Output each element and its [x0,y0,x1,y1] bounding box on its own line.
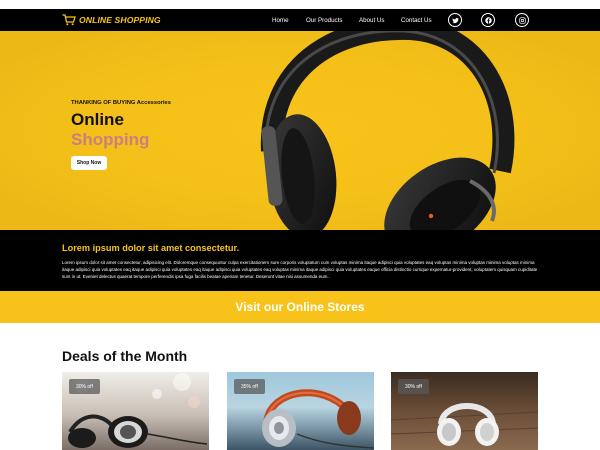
shopping-cart-icon [62,14,76,26]
hero-kicker: THANKING OF BUYING Accessories [71,100,171,106]
facebook-icon [484,16,492,24]
hero-title-online: Online [71,110,124,129]
nav-our-products[interactable]: Our Products [306,17,342,24]
shop-now-button[interactable]: Shop Now [71,156,107,170]
info-band-title: Lorem ipsum dolor sit amet consectetur. [62,243,240,253]
deal-card[interactable]: 30% off [391,372,538,450]
hero-text: THANKING OF BUYING Accessories Online Sh… [71,100,171,170]
brand-logo[interactable]: ONLINE SHOPPING [62,14,161,26]
nav-about-us[interactable]: About Us [359,17,384,24]
nav-home[interactable]: Home [272,17,289,24]
instagram-icon [518,16,526,24]
deals-title: Deals of the Month [62,348,188,364]
hero-title-shopping: Shopping [71,130,150,149]
deal-card[interactable]: 30% off [62,372,209,450]
info-band-body: Lorem ipsum dolor sit amet consectetur, … [62,260,538,279]
instagram-button[interactable] [515,13,529,27]
hero-banner: THANKING OF BUYING Accessories Online Sh… [0,31,600,230]
nav-contact-us[interactable]: Contact Us [401,17,432,24]
site-header: ONLINE SHOPPING Home Our Products About … [0,9,600,31]
brand-name: ONLINE SHOPPING [79,15,161,25]
info-band: Lorem ipsum dolor sit amet consectetur. … [0,230,600,291]
top-gap [0,0,600,9]
facebook-button[interactable] [481,13,495,27]
discount-badge: 30% off [398,379,429,394]
twitter-button[interactable] [448,13,462,27]
deal-card[interactable]: 35% off [227,372,374,450]
discount-badge: 35% off [234,379,265,394]
visit-stores-banner[interactable]: Visit our Online Stores [0,291,600,323]
discount-badge: 30% off [69,379,100,394]
visit-stores-text: Visit our Online Stores [235,300,365,314]
twitter-icon [451,17,459,23]
